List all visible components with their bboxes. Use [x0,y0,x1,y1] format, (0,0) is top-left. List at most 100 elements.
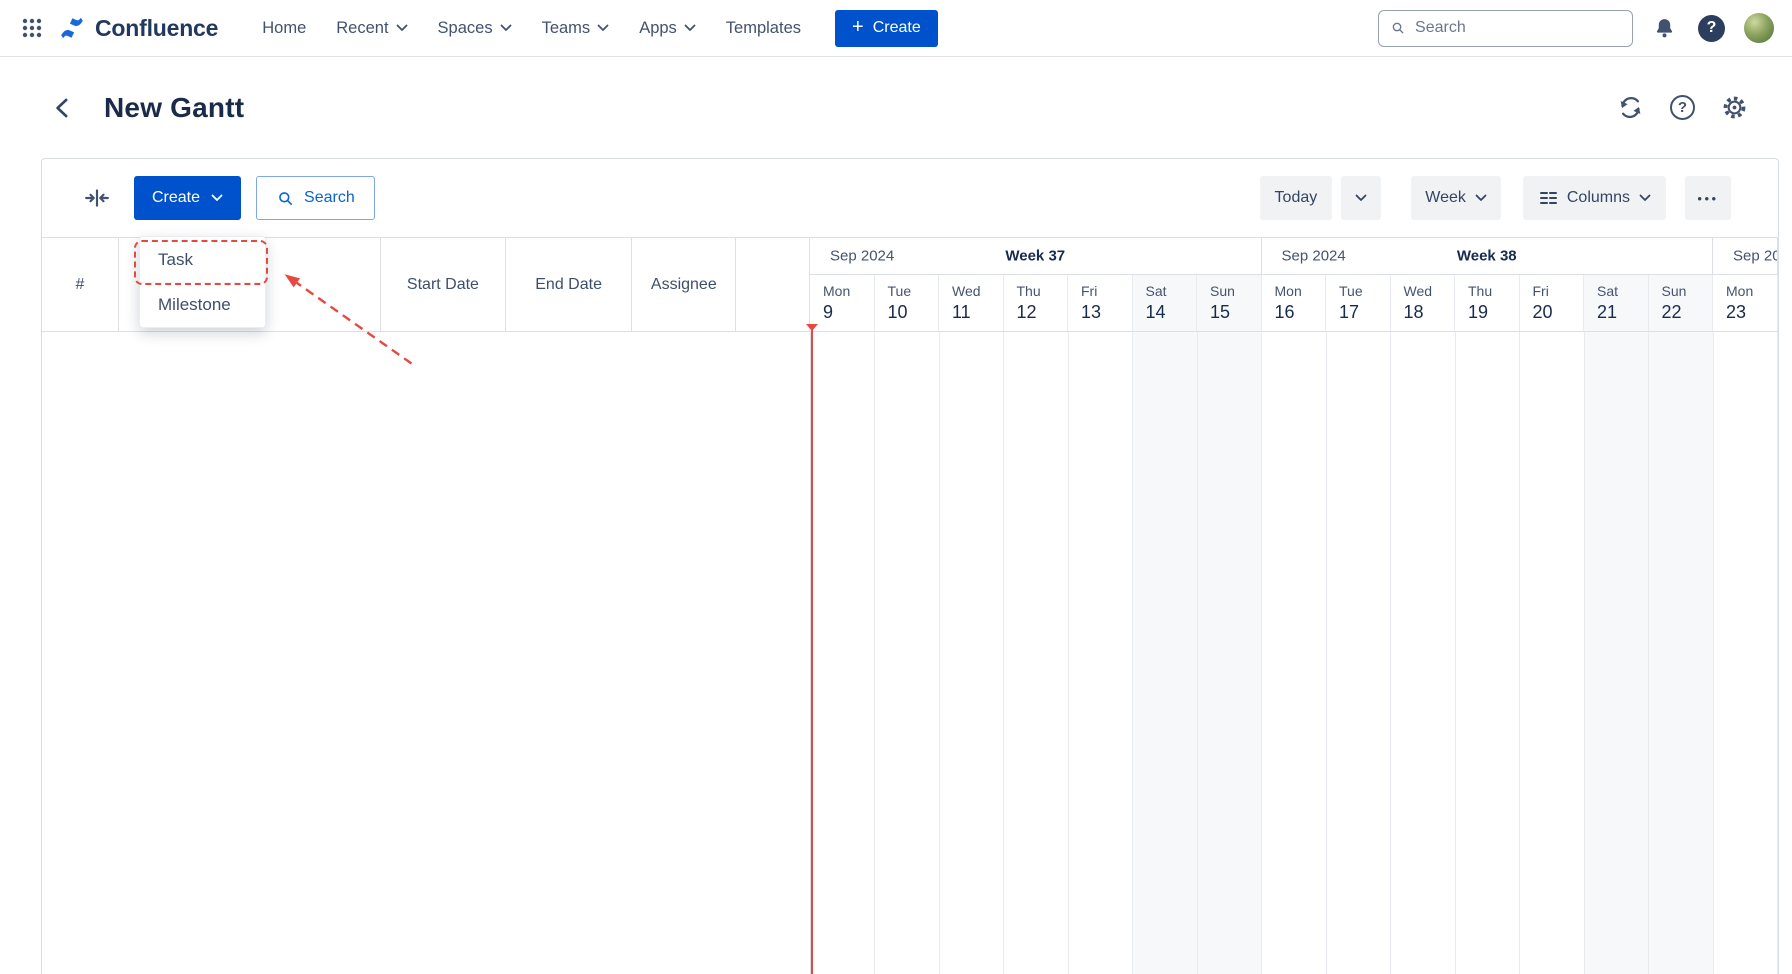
global-search-box[interactable] [1378,10,1633,47]
day-number: 15 [1210,302,1261,323]
nav-item-templates[interactable]: Templates [726,19,801,38]
day-name: Mon [1275,283,1326,299]
column-header-number[interactable]: # [42,238,119,331]
zoom-level-label: Week [1425,189,1466,207]
gantt-search-button[interactable]: Search [256,176,375,220]
refresh-button[interactable] [1615,92,1646,123]
timeline-grid-column-weekend [1198,332,1263,974]
timeline-grid-column [1520,332,1585,974]
timeline-header: Sep 2024 Week 37 Sep 2024 Week 38 Sep 20… [810,238,1778,331]
settings-button[interactable] [1719,92,1750,123]
day-header-sat-14: Sat14 [1133,275,1198,331]
nav-item-label: Spaces [438,19,493,38]
nav-item-label: Recent [336,19,388,38]
timeline-grid-column-weekend [1133,332,1198,974]
week-label: Week 38 [1262,248,1713,265]
day-name: Sat [1146,283,1197,299]
day-name: Tue [888,283,939,299]
day-header-sun-15: Sun 15 [1197,275,1262,331]
timeline-grid-column [1069,332,1134,974]
primary-nav: Home Recent Spaces Teams Apps Templates [262,19,801,38]
day-name: Sun [1662,283,1713,299]
timeline-grid-column-weekend [1585,332,1650,974]
day-name: Sun [1210,283,1261,299]
day-name: Thu [1017,283,1068,299]
column-header-end-date[interactable]: End Date [506,238,633,331]
columns-label: Columns [1567,189,1630,207]
nav-item-recent[interactable]: Recent [336,19,407,38]
chevron-down-icon [684,24,696,32]
toolbar-right-group: Today Week [1260,176,1731,220]
menu-item-milestone[interactable]: Milestone [140,282,265,327]
column-header-label: # [75,276,84,294]
day-header-tue-17: Tue17 [1326,275,1391,331]
confluence-logo[interactable]: Confluence [58,14,218,42]
global-search-input[interactable] [1415,19,1621,37]
timeline-day-row: Mon9 Tue10 Wed11 Thu12 Fri13 Sat14 Sun15… [810,275,1778,331]
nav-item-apps[interactable]: Apps [639,19,696,38]
menu-item-task[interactable]: Task [140,237,265,282]
week-label: Week 37 [810,248,1261,265]
chevron-down-icon [500,24,512,32]
nav-item-home[interactable]: Home [262,19,306,38]
bell-icon [1652,16,1677,41]
column-header-extra [736,238,810,331]
help-button[interactable]: ? [1696,13,1727,44]
today-button[interactable]: Today [1260,176,1333,220]
app-switcher-button[interactable] [14,10,50,46]
week-group-37: Sep 2024 Week 37 [810,238,1262,274]
nav-item-teams[interactable]: Teams [542,19,610,38]
notifications-button[interactable] [1650,14,1679,43]
global-create-label: Create [873,19,921,37]
week-group-38: Sep 2024 Week 38 [1262,238,1714,274]
column-header-assignee[interactable]: Assignee [632,238,736,331]
collapse-columns-button[interactable] [80,181,114,215]
search-icon [276,189,295,208]
timeline-grid-column [1262,332,1327,974]
week-group-39: Sep 2024 [1713,238,1778,274]
global-create-button[interactable]: + Create [835,10,938,47]
gantt-create-button[interactable]: Create [134,176,241,220]
user-avatar[interactable] [1744,13,1774,43]
timeline-grid-column [1714,332,1779,974]
day-number: 21 [1597,302,1648,323]
day-name: Fri [1081,283,1132,299]
gantt-help-button[interactable]: ? [1668,93,1697,122]
chevron-down-icon [396,24,408,32]
back-button[interactable] [50,95,76,121]
day-header-mon-9: Mon9 [810,275,875,331]
page-header-actions: ? [1615,92,1750,123]
day-name: Mon [823,283,874,299]
day-number: 18 [1404,302,1455,323]
top-navigation-bar: Confluence Home Recent Spaces Teams Apps [0,0,1792,57]
day-name: Sat [1597,283,1648,299]
task-list-empty-area [42,332,811,974]
day-number: 22 [1662,302,1713,323]
timeline-grid-column [1391,332,1456,974]
nav-right-group: ? [1378,10,1774,47]
gear-icon [1721,94,1748,121]
day-header-sun-22: Sun 22 [1649,275,1714,331]
chevron-down-icon [211,194,223,202]
nav-item-label: Templates [726,19,801,38]
chevron-down-icon [1639,194,1651,202]
columns-button[interactable]: Columns [1523,176,1666,220]
chevron-down-icon [1355,194,1367,202]
column-header-label: End Date [535,276,602,294]
columns-icon [1538,188,1558,208]
day-name: Fri [1533,283,1584,299]
day-header-wed-11: Wed11 [939,275,1004,331]
nav-item-label: Apps [639,19,677,38]
timeline-grid-column [1004,332,1069,974]
today-options-button[interactable] [1341,176,1381,220]
timeline-week-groups: Sep 2024 Week 37 Sep 2024 Week 38 Sep 20… [810,238,1778,275]
zoom-level-button[interactable]: Week [1411,176,1501,220]
chevron-down-icon [597,24,609,32]
search-icon [1390,19,1406,37]
menu-item-label: Milestone [158,295,231,315]
day-name: Mon [1726,283,1777,299]
day-header-sat-21: Sat 21 [1584,275,1649,331]
nav-item-spaces[interactable]: Spaces [438,19,512,38]
more-options-button[interactable]: ••• [1685,176,1731,220]
column-header-start-date[interactable]: Start Date [381,238,506,331]
